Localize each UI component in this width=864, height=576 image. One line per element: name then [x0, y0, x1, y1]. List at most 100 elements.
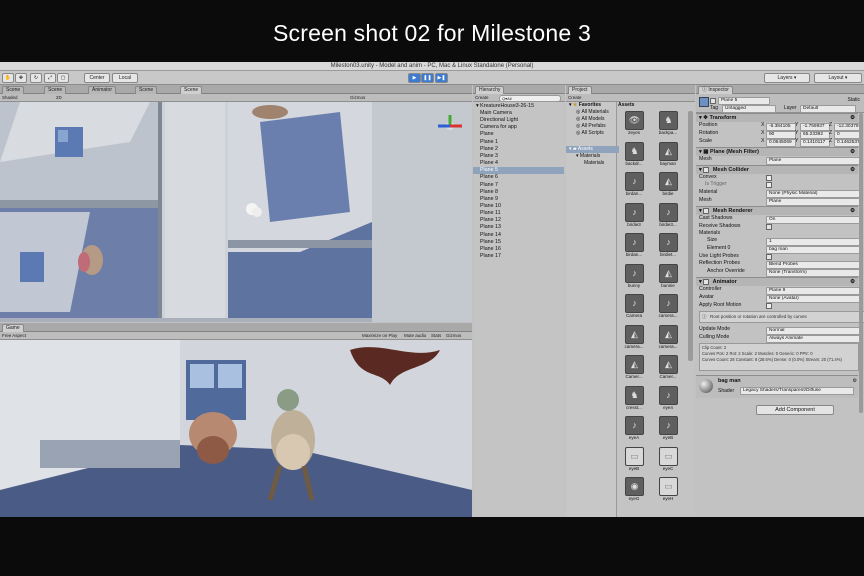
hierarchy-item[interactable]: Plane 5 [473, 167, 564, 175]
asset-item[interactable]: ◭ camera... [653, 324, 683, 357]
step-button[interactable]: ▶❚ [435, 73, 448, 83]
asset-item[interactable]: ♞ backdr... [619, 141, 649, 174]
add-component-button[interactable]: Add Component [756, 405, 834, 415]
shader-dropdown[interactable]: Legacy Shaders/Transparent/Diffuse [740, 387, 854, 395]
tab-scene-1[interactable]: Scene [2, 86, 25, 94]
asset-item[interactable]: ◉ eyeG [619, 477, 649, 509]
culling-mode-dropdown[interactable]: Always Animate [766, 334, 860, 343]
mesh-filter-header[interactable]: ▾ ▦ Plane (Mesh Filter) ⚙ [696, 147, 858, 156]
2d-toggle[interactable]: 2D [56, 94, 62, 101]
asset-item[interactable]: ◭ camera... [619, 324, 649, 357]
asset-item[interactable]: ♪ birdan... [619, 172, 649, 204]
apply-root-motion-checkbox[interactable] [766, 303, 772, 309]
hierarchy-item[interactable]: Plane 7 [480, 182, 562, 189]
component-settings-icon[interactable]: ⚙ [850, 278, 855, 286]
rotate-tool-icon[interactable]: ↻ [30, 73, 42, 83]
scale-x-field[interactable]: 0.0645069 [766, 138, 796, 147]
asset-item[interactable]: ▭ eyeC [653, 446, 683, 479]
asset-item[interactable]: ♪ birdie3... [653, 202, 683, 235]
tab-animator[interactable]: Animator [88, 86, 117, 94]
layer-dropdown[interactable]: Default [800, 104, 856, 113]
favorites-item[interactable]: ◎ All Scripts [576, 130, 604, 137]
asset-item[interactable]: ♪ camera... [653, 294, 683, 326]
asset-item[interactable]: ♪ birdan... [619, 233, 649, 265]
asset-item[interactable]: ♪ birdie3 [619, 202, 649, 235]
asset-item[interactable]: ♪ eyeB [653, 416, 683, 448]
aspect-dropdown[interactable]: Free Aspect [2, 332, 26, 339]
project-create-dropdown[interactable]: Create [568, 94, 582, 101]
favorites-header[interactable]: ▾ ★ Favorites [569, 102, 601, 109]
layout-dropdown[interactable]: Layout ▾ [814, 73, 862, 83]
tab-scene-2[interactable]: Scene [44, 86, 67, 94]
hierarchy-item[interactable]: Plane 13 [480, 224, 562, 231]
tab-hierarchy[interactable]: Hierarchy [475, 86, 505, 94]
materials-row[interactable]: Materials [699, 230, 858, 237]
is-trigger-checkbox[interactable] [766, 182, 772, 188]
hierarchy-item[interactable]: Plane 17 [480, 253, 562, 260]
rect-tool-icon[interactable]: ▢ [57, 73, 69, 83]
asset-item[interactable]: ◭ birdie [653, 172, 683, 204]
inspector-scrollbar[interactable] [859, 113, 863, 413]
asset-item[interactable]: ♞ cresst... [619, 385, 649, 418]
play-button[interactable]: ▶ [408, 73, 421, 83]
project-scrollbar[interactable] [688, 111, 693, 361]
scene-viewport[interactable] [0, 102, 472, 322]
hierarchy-item[interactable]: Plane 16 [480, 246, 562, 253]
asset-item[interactable]: ◭ bayman [653, 141, 683, 174]
mesh-filter-mesh-field[interactable]: Plane [766, 156, 860, 165]
tab-game[interactable]: Game [2, 324, 24, 332]
scene-gizmos-dropdown[interactable]: Gizmos [350, 94, 365, 101]
object-name-field[interactable]: Plane 5 [718, 97, 770, 105]
asset-item[interactable]: ♪ bunny [619, 263, 649, 296]
transform-header[interactable]: ▾ ✥ Transform ⚙ [696, 113, 858, 122]
asset-item[interactable]: ◭ Camer... [619, 355, 649, 387]
mute-audio-toggle[interactable]: Mute audio [404, 332, 426, 339]
hierarchy-scene-root[interactable]: ▾ KreatureHouse3-26-15 [476, 103, 558, 110]
mesh-collider-enabled-checkbox[interactable] [703, 166, 710, 173]
game-gizmos-dropdown[interactable]: Gizmos [446, 332, 461, 339]
asset-item[interactable]: ♞ backpa... [653, 111, 683, 143]
move-tool-icon[interactable]: ✥ [15, 73, 27, 83]
tab-scene-3[interactable]: Scene [135, 86, 158, 94]
asset-item[interactable]: ♪ eyeA [619, 416, 649, 448]
component-settings-icon[interactable]: ⚙ [853, 378, 857, 384]
hierarchy-item[interactable]: Plane [480, 131, 562, 138]
hierarchy-item[interactable]: Plane 12 [480, 217, 562, 224]
hand-tool-icon[interactable]: ✋ [2, 73, 14, 83]
hierarchy-item[interactable]: Plane 8 [480, 189, 562, 196]
hierarchy-item[interactable]: Plane 1 [480, 139, 562, 146]
hierarchy-item[interactable]: Plane 14 [480, 232, 562, 239]
component-settings-icon[interactable]: ⚙ [850, 207, 855, 215]
tab-scene-4[interactable]: Scene [180, 86, 203, 94]
favorites-item[interactable]: ◎ All Materials [576, 109, 609, 116]
object-active-checkbox[interactable] [710, 98, 716, 104]
static-toggle[interactable]: Static [847, 97, 860, 103]
component-settings-icon[interactable]: ⚙ [850, 148, 855, 156]
hierarchy-item[interactable]: Camera for app [480, 124, 562, 131]
hierarchy-search-input[interactable]: Q▾All [499, 95, 561, 102]
asset-item[interactable]: ▭ eyeB [619, 446, 649, 479]
animator-enabled-checkbox[interactable] [703, 278, 710, 285]
component-settings-icon[interactable]: ⚙ [850, 114, 855, 122]
mesh-collider-header[interactable]: ▾ Mesh Collider ⚙ [696, 165, 858, 174]
pause-button[interactable]: ❚❚ [421, 73, 434, 83]
hierarchy-item[interactable]: Main Camera [480, 110, 562, 117]
asset-item[interactable]: ▭ eyeH [653, 477, 683, 509]
shading-mode-dropdown[interactable]: Shaded [2, 94, 18, 101]
hierarchy-item[interactable]: Plane 11 [480, 210, 562, 217]
scale-tool-icon[interactable]: ⤢ [44, 73, 56, 83]
scale-y-field[interactable]: 0.1410117 [800, 138, 830, 147]
hierarchy-item[interactable]: Plane 4 [480, 160, 562, 167]
favorites-item[interactable]: ◎ All Models [576, 116, 605, 123]
animator-header[interactable]: ▾ Animator ⚙ [696, 277, 858, 286]
anchor-override-field[interactable]: None (Transform) [766, 268, 860, 277]
materials-folder-2[interactable]: Materials [584, 160, 604, 167]
asset-item[interactable]: ♪ Camera [619, 294, 649, 326]
tag-dropdown[interactable]: Untagged [722, 104, 776, 113]
mesh-renderer-enabled-checkbox[interactable] [703, 207, 710, 214]
maximize-on-play-toggle[interactable]: Maximize on Play [362, 332, 397, 339]
asset-item[interactable]: ◭ Camer... [653, 355, 683, 387]
favorites-item[interactable]: ◎ All Prefabs [576, 123, 606, 130]
layers-dropdown[interactable]: Layers ▾ [764, 73, 810, 83]
scale-z-field[interactable]: 0.1462537 [834, 138, 862, 147]
